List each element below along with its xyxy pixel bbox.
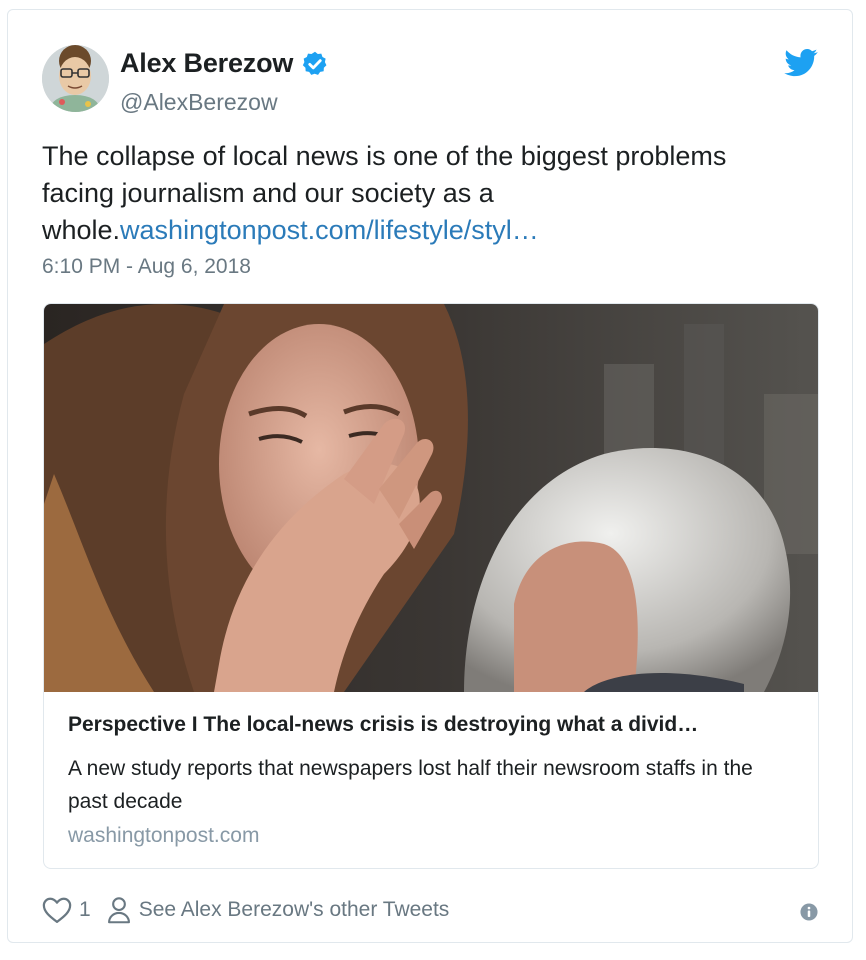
verified-badge-icon	[303, 51, 327, 75]
author-name[interactable]: Alex Berezow	[120, 48, 293, 79]
link-card-domain: washingtonpost.com	[68, 824, 260, 847]
see-other-tweets-link[interactable]: See Alex Berezow's other Tweets	[139, 898, 450, 922]
like-count: 1	[79, 898, 91, 921]
tweet-timestamp[interactable]: 6:10 PM - Aug 6, 2018	[42, 255, 251, 279]
avatar[interactable]	[42, 45, 109, 112]
author-name-row: Alex Berezow	[120, 48, 329, 79]
author-handle[interactable]: @AlexBerezow	[120, 89, 278, 116]
tweet-link[interactable]: washingtonpost.com/lifestyle/styl…	[120, 215, 539, 245]
info-icon[interactable]	[800, 903, 818, 921]
link-preview-image	[44, 304, 818, 692]
heart-icon[interactable]	[42, 896, 72, 924]
avatar-illustration	[42, 45, 109, 112]
twitter-bird-icon[interactable]	[784, 48, 818, 78]
tweet-text: The collapse of local news is one of the…	[42, 138, 802, 249]
link-preview-card[interactable]: Perspective I The local-news crisis is d…	[43, 303, 819, 869]
link-card-description: A new study reports that newspapers lost…	[68, 757, 753, 813]
embedded-tweet-card: Alex Berezow @AlexBerezow The collapse o…	[7, 9, 853, 943]
tweet-actions: 1 See Alex Berezow's other Tweets	[42, 894, 449, 926]
link-card-title: Perspective I The local-news crisis is d…	[68, 713, 699, 736]
person-icon	[107, 897, 130, 924]
